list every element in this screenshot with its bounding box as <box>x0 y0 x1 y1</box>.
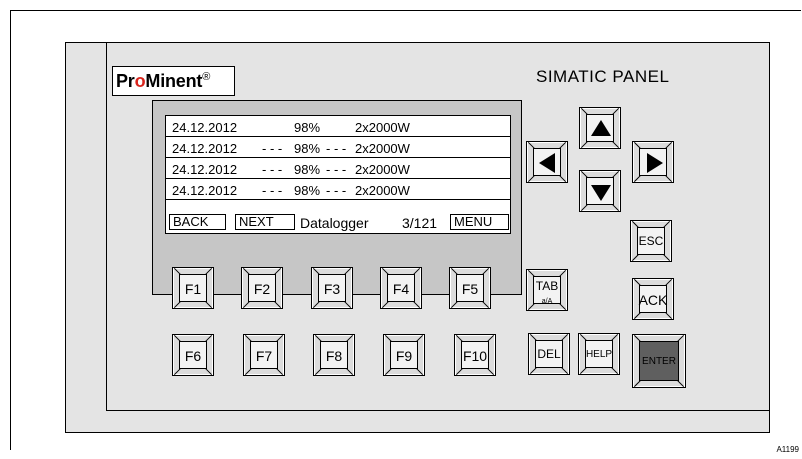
arrow-up-icon <box>591 120 611 136</box>
log-row: 24.12.2012 - - - 98% - - - 2x2000W <box>166 179 510 200</box>
help-key[interactable]: HELP <box>578 333 620 375</box>
right-arrow-key[interactable] <box>632 141 674 183</box>
panel-title: SIMATIC PANEL <box>536 67 670 86</box>
log-row: 24.12.2012 - - - 98% - - - 2x2000W <box>166 158 510 179</box>
log-percent: 98% <box>294 141 321 156</box>
left-arrow-key[interactable] <box>526 141 568 183</box>
esc-key[interactable]: ESC <box>630 220 672 262</box>
f5-key[interactable]: F5 <box>449 267 491 309</box>
lcd-screen: 24.12.2012 98% 2x2000W 24.12.2012 - - - … <box>165 115 511 234</box>
del-key[interactable]: DEL <box>528 333 570 375</box>
log-date: 24.12.2012 <box>172 162 238 177</box>
enter-key[interactable]: ENTER <box>632 334 686 388</box>
ack-key[interactable]: ACK <box>632 278 674 320</box>
arrow-right-icon <box>647 153 663 173</box>
log-row: 24.12.2012 - - - 98% - - - 2x2000W <box>166 137 510 158</box>
f9-key[interactable]: F9 <box>383 334 425 376</box>
f7-key[interactable]: F7 <box>243 334 285 376</box>
f2-key[interactable]: F2 <box>241 267 283 309</box>
prominent-logo: ProMinent® <box>112 66 235 96</box>
next-softkey[interactable]: NEXT <box>235 214 295 230</box>
f6-key[interactable]: F6 <box>172 334 214 376</box>
f10-key[interactable]: F10 <box>454 334 496 376</box>
screen-name: Datalogger <box>300 215 369 231</box>
menu-softkey[interactable]: MENU <box>450 214 509 230</box>
log-row: 24.12.2012 98% 2x2000W <box>166 116 510 137</box>
down-arrow-key[interactable] <box>579 170 621 212</box>
log-percent: 98% <box>294 162 321 177</box>
document-id: A1199 <box>776 445 799 454</box>
log-percent: 98% <box>294 183 321 198</box>
arrow-down-icon <box>591 185 611 201</box>
log-value: 2x2000W <box>355 120 410 135</box>
log-value: 2x2000W <box>355 183 410 198</box>
log-date: 24.12.2012 <box>172 141 238 156</box>
log-percent: 98% <box>294 120 321 135</box>
f8-key[interactable]: F8 <box>313 334 355 376</box>
f3-key[interactable]: F3 <box>311 267 353 309</box>
f4-key[interactable]: F4 <box>380 267 422 309</box>
back-softkey[interactable]: BACK <box>169 214 226 230</box>
up-arrow-key[interactable] <box>579 107 621 149</box>
f1-key[interactable]: F1 <box>172 267 214 309</box>
tab-key[interactable]: TAB a/A <box>526 269 568 311</box>
log-value: 2x2000W <box>355 141 410 156</box>
log-date: 24.12.2012 <box>172 120 238 135</box>
page-counter: 3/121 <box>402 215 438 231</box>
log-date: 24.12.2012 <box>172 183 238 198</box>
log-value: 2x2000W <box>355 162 410 177</box>
arrow-left-icon <box>539 153 555 173</box>
